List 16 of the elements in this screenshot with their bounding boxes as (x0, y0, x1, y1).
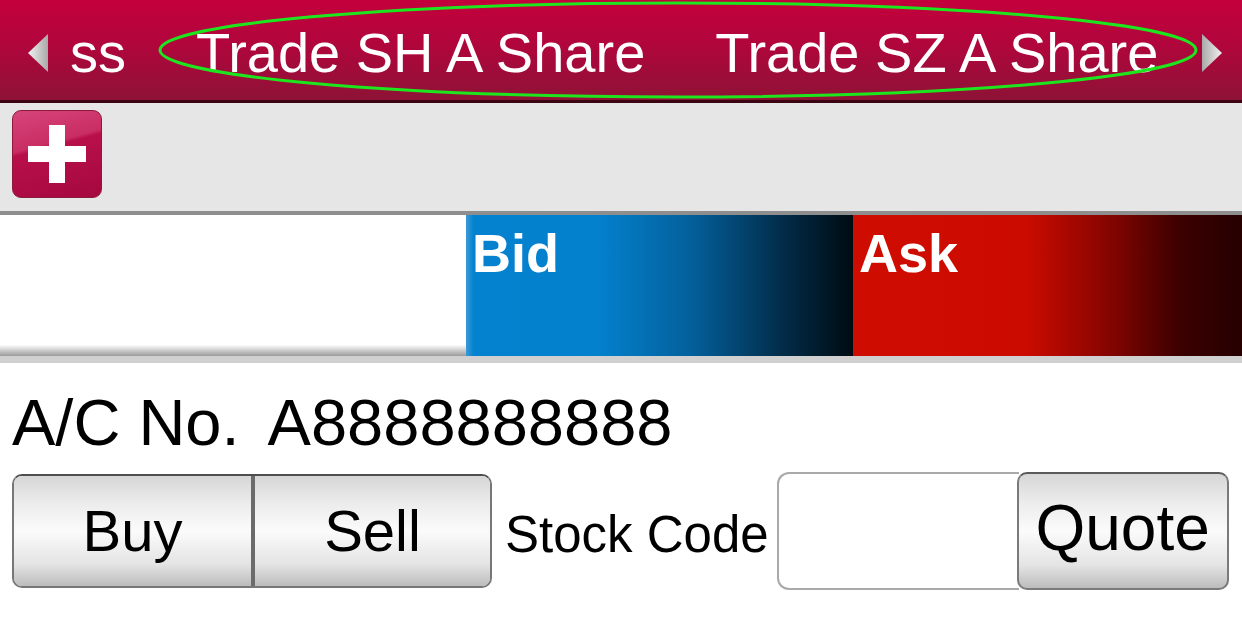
side-button[interactable]: Buy (14, 476, 251, 586)
column-header: Ask (853, 215, 1242, 356)
quote-button[interactable]: Quote (1016, 472, 1229, 590)
add-button[interactable] (12, 110, 102, 198)
stock-code-field[interactable] (776, 472, 1019, 590)
right-arrow-icon[interactable] (1202, 34, 1222, 72)
account-label: A/C No. (12, 390, 240, 455)
side-button[interactable]: Sell (251, 476, 490, 586)
plus-icon (28, 125, 86, 183)
left-arrow-icon[interactable] (28, 34, 48, 72)
column-header: Bid (466, 215, 853, 356)
tab[interactable]: ss (70, 25, 126, 81)
stock-code-label: Stock Code (505, 508, 769, 560)
tab[interactable]: Trade SZ A Share (715, 25, 1159, 81)
account-number: A8888888888 (267, 390, 673, 455)
tab[interactable]: Trade SH A Share (196, 25, 646, 81)
